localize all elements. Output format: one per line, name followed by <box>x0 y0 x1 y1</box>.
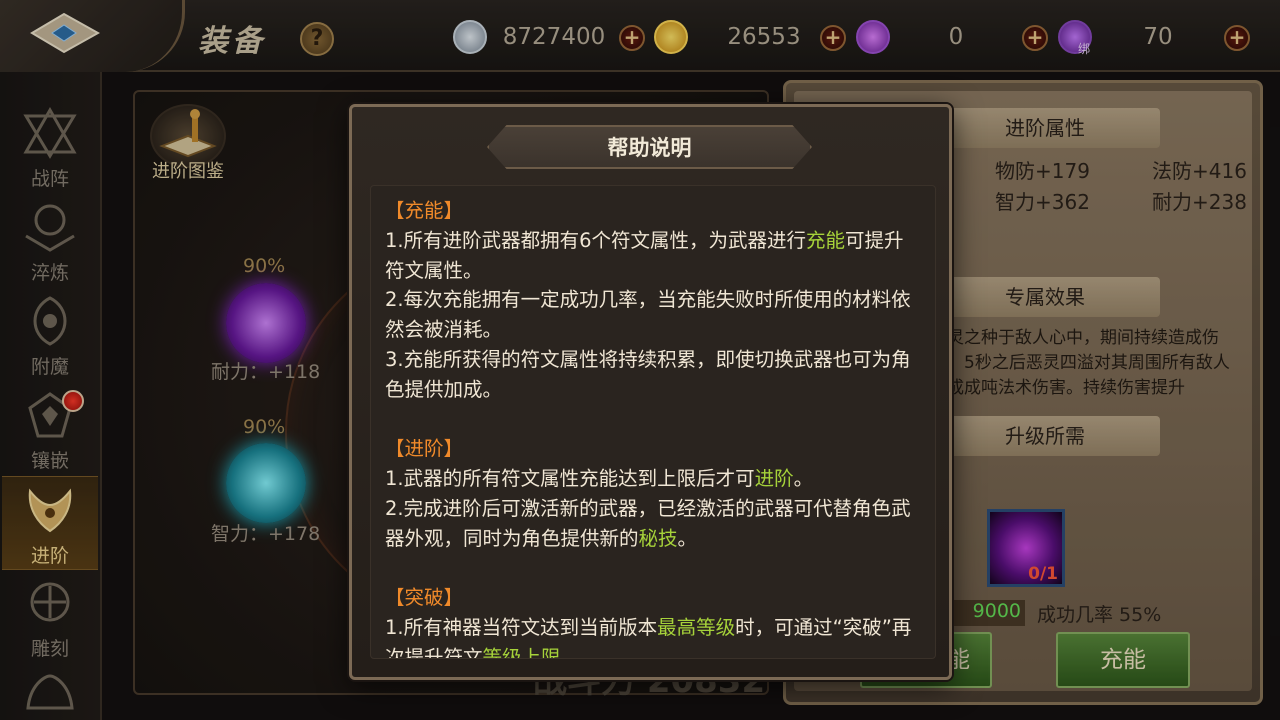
help-section-title: 【充能】 <box>385 199 464 222</box>
help-text: 2.每次充能拥有一定成功几率，当充能失败时所使用的材料依然会被消耗。 <box>385 288 911 342</box>
highlight-term: 秘技 <box>638 526 678 550</box>
highlight-term: 充能 <box>806 228 846 252</box>
highlight-term: 等级上限 <box>482 645 561 659</box>
help-text: 。 <box>560 645 581 659</box>
dialog-title: 帮助说明 <box>607 136 692 160</box>
help-section-title: 【突破】 <box>385 586 464 610</box>
help-paragraph: 2.每次充能拥有一定成功几率，当充能失败时所使用的材料依然会被消耗。 <box>385 285 915 345</box>
help-text: 3.充能所获得的符文属性将持续积累，即使切换武器也可为角色提供加成。 <box>385 347 911 401</box>
help-paragraph: 2.完成进阶后可激活新的武器，已经激活的武器可代替角色武器外观，同时为角色提供新… <box>385 494 915 554</box>
help-text: 。 <box>793 467 814 491</box>
highlight-term: 进阶 <box>754 467 794 491</box>
dialog-title-bar: 帮助说明 <box>487 125 812 169</box>
help-paragraph: 3.充能所获得的符文属性将持续积累，即使切换武器也可为角色提供加成。 <box>385 345 915 405</box>
help-section-title: 【进阶】 <box>385 437 464 461</box>
help-text: 。 <box>677 526 698 550</box>
help-text: 1.武器的所有符文属性充能达到上限后才可 <box>385 467 755 491</box>
help-paragraph: 1.武器的所有符文属性充能达到上限后才可进阶。 <box>385 464 915 494</box>
help-text: 1.所有神器当符文达到当前版本 <box>385 616 658 640</box>
help-text-scroll[interactable]: 【充能】 1.所有进阶武器都拥有6个符文属性，为武器进行充能可提升符文属性。 2.每… <box>370 185 936 659</box>
help-dialog: 帮助说明 【充能】 1.所有进阶武器都拥有6个符文属性，为武器进行充能可提升符文属… <box>349 104 952 680</box>
help-content: 【充能】 1.所有进阶武器都拥有6个符文属性，为武器进行充能可提升符文属性。 2.每… <box>385 196 915 659</box>
help-paragraph: 1.所有进阶武器都拥有6个符文属性，为武器进行充能可提升符文属性。 <box>385 226 915 286</box>
help-text: 1.所有进阶武器都拥有6个符文属性，为武器进行 <box>385 228 807 252</box>
help-paragraph: 1.所有神器当符文达到当前版本最高等级时，可通过“突破”再次提升符文等级上限。 <box>385 613 915 659</box>
highlight-term: 最高等级 <box>657 616 736 640</box>
